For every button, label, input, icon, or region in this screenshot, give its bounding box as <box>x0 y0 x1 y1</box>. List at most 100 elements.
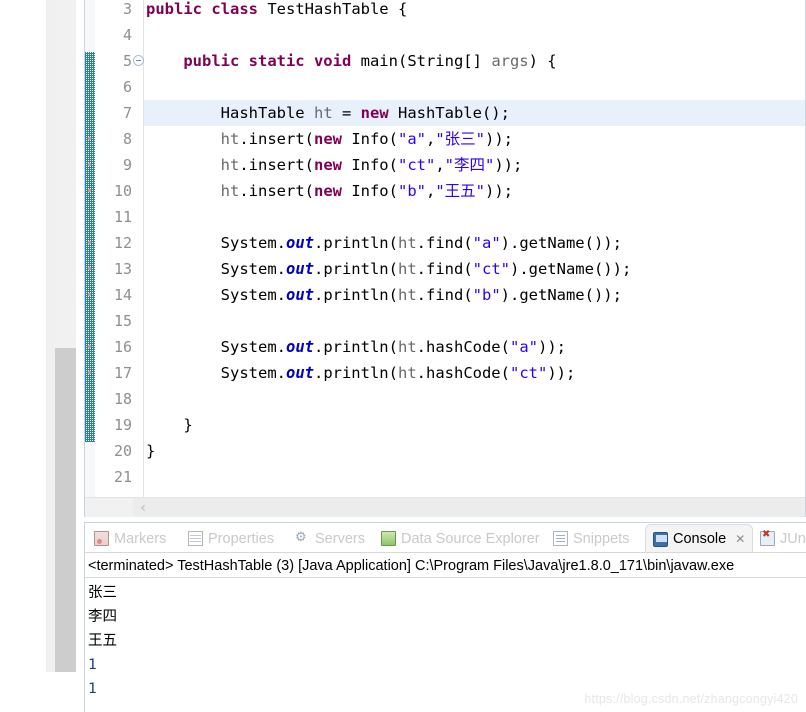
code-token-pln: .println( <box>313 234 398 252</box>
editor-bottom-edge <box>84 517 806 520</box>
tab-label: Servers <box>315 530 365 547</box>
code-token-kw: new <box>313 156 352 174</box>
line-number: 18 <box>113 390 132 408</box>
code-token-str: "李四" <box>444 156 495 174</box>
editor-line-number-gutter: 3 4 5 6 7 8 9 10 11 12 13 14 15 16 17 18 19 20 21 <box>95 0 144 497</box>
code-token-pln <box>146 52 183 70</box>
line-number: 12 <box>113 234 132 252</box>
code-token-kw: new <box>313 182 352 200</box>
tab-snippets[interactable]: Snippets <box>546 525 636 552</box>
code-line[interactable] <box>144 464 805 490</box>
workbench-left-strip <box>46 0 55 672</box>
code-line[interactable]: ht.insert(new Info("ct","李四")); <box>144 152 805 178</box>
code-token-pln: } <box>146 416 193 434</box>
code-token-pln: .println( <box>313 364 398 382</box>
watermark-text: https://blog.csdn.net/zhangcongyi420 <box>584 692 798 706</box>
code-line[interactable] <box>144 204 805 230</box>
close-icon[interactable]: ✕ <box>735 532 745 546</box>
properties-icon <box>188 531 203 546</box>
code-token-pln: System. <box>146 338 286 356</box>
fold-collapse-icon[interactable] <box>133 55 144 66</box>
code-line[interactable]: ht.insert(new Info("b","王五")); <box>144 178 805 204</box>
occurrence-marker <box>88 137 91 140</box>
tab-console[interactable]: Console ✕ <box>645 524 754 553</box>
code-token-loc: ht <box>220 156 240 174</box>
code-token-str: "王五" <box>435 182 485 200</box>
editor-vertical-scrollbar-thumb[interactable] <box>55 348 76 673</box>
tab-servers[interactable]: Servers <box>288 525 372 552</box>
code-token-pln: ) { <box>528 52 557 70</box>
line-number: 8 <box>122 130 132 148</box>
code-line[interactable]: System.out.println(ht.find("a").getName(… <box>144 230 805 256</box>
code-token-pln: HashTable(); <box>397 104 510 122</box>
tab-label: Markers <box>114 530 167 547</box>
code-token-loc: ht <box>313 104 342 122</box>
code-line[interactable] <box>144 74 805 100</box>
scroll-left-chevron-icon[interactable]: ‹ <box>135 500 151 516</box>
console-launch-header: <terminated> TestHashTable (3) [Java App… <box>85 554 806 578</box>
code-token-loc: args <box>491 52 529 70</box>
code-token-pln: )); <box>485 130 513 148</box>
occurrence-marker <box>88 189 91 192</box>
code-line[interactable]: ht.insert(new Info("a","张三")); <box>144 126 805 152</box>
code-token-kw: new <box>313 130 352 148</box>
editor-vertical-scrollbar-track[interactable] <box>55 0 76 348</box>
line-number: 3 <box>122 0 132 18</box>
code-token-str: "ct" <box>509 364 548 382</box>
tab-data-source-explorer[interactable]: Data Source Explorer <box>374 525 547 552</box>
code-token-loc: ht <box>397 286 417 304</box>
code-token-pln: Info( <box>351 156 398 174</box>
code-token-pln: , <box>425 130 436 148</box>
code-token-pln: } <box>146 442 156 460</box>
code-line[interactable]: System.out.println(ht.hashCode("ct")); <box>144 360 805 386</box>
editor-folding-bar[interactable] <box>85 0 95 497</box>
code-line[interactable]: public static void main(String[] args) { <box>144 48 805 74</box>
code-token-pln <box>146 156 221 174</box>
occurrence-marker <box>88 345 91 348</box>
code-token-str: "b" <box>472 286 501 304</box>
code-token-pln: System. <box>146 286 286 304</box>
code-line[interactable] <box>144 308 805 334</box>
bottom-view-stack: Markers Properties Servers Data Source Expl… <box>84 522 806 712</box>
code-token-str: "a" <box>472 234 501 252</box>
line-number: 5 <box>122 52 132 70</box>
code-token-kw: new <box>360 104 398 122</box>
line-number: 21 <box>113 468 132 486</box>
code-token-pln: = <box>341 104 361 122</box>
line-number: 17 <box>113 364 132 382</box>
line-number: 6 <box>122 78 132 96</box>
code-token-str: "a" <box>397 130 426 148</box>
code-token-str: "ct" <box>397 156 436 174</box>
code-token-fld: out <box>285 338 314 356</box>
code-token-pln: TestHashTable { <box>267 0 408 18</box>
line-number: 16 <box>113 338 132 356</box>
code-line[interactable]: } <box>144 438 805 464</box>
line-number: 10 <box>113 182 132 200</box>
code-line[interactable]: System.out.println(ht.find("ct").getName… <box>144 256 805 282</box>
code-token-pln: main( <box>360 52 408 70</box>
code-token-pln: )); <box>485 182 513 200</box>
code-token-pln: .println( <box>313 338 398 356</box>
tab-label: JUnit <box>780 530 806 547</box>
code-line[interactable] <box>144 386 805 412</box>
code-line[interactable] <box>144 22 805 48</box>
code-line[interactable]: System.out.println(ht.hashCode("a")); <box>144 334 805 360</box>
tab-junit[interactable]: JUnit <box>753 525 806 552</box>
tab-markers[interactable]: Markers <box>87 525 173 552</box>
tab-properties[interactable]: Properties <box>181 525 281 552</box>
code-line[interactable]: public class TestHashTable { <box>144 0 805 22</box>
code-line[interactable]: } <box>144 412 805 438</box>
data-source-icon <box>381 531 396 546</box>
line-number: 7 <box>122 104 132 122</box>
editor-horizontal-scrollbar[interactable]: ‹ <box>85 497 805 517</box>
code-line[interactable]: HashTable ht = new HashTable(); <box>144 100 805 126</box>
code-token-fld: out <box>285 260 314 278</box>
code-token-pln <box>146 182 221 200</box>
java-code-editor[interactable]: 3 4 5 6 7 8 9 10 11 12 13 14 15 16 17 18 19 20 21 public c… <box>84 0 806 518</box>
editor-horizontal-scrollbar-track[interactable] <box>133 498 805 517</box>
occurrence-marker <box>88 371 91 374</box>
code-line[interactable]: System.out.println(ht.find("b").getName(… <box>144 282 805 308</box>
code-token-pln: String[] <box>407 52 492 70</box>
code-token-pln: )); <box>494 156 523 174</box>
editor-code-area[interactable]: public class TestHashTable { public stat… <box>144 0 805 497</box>
